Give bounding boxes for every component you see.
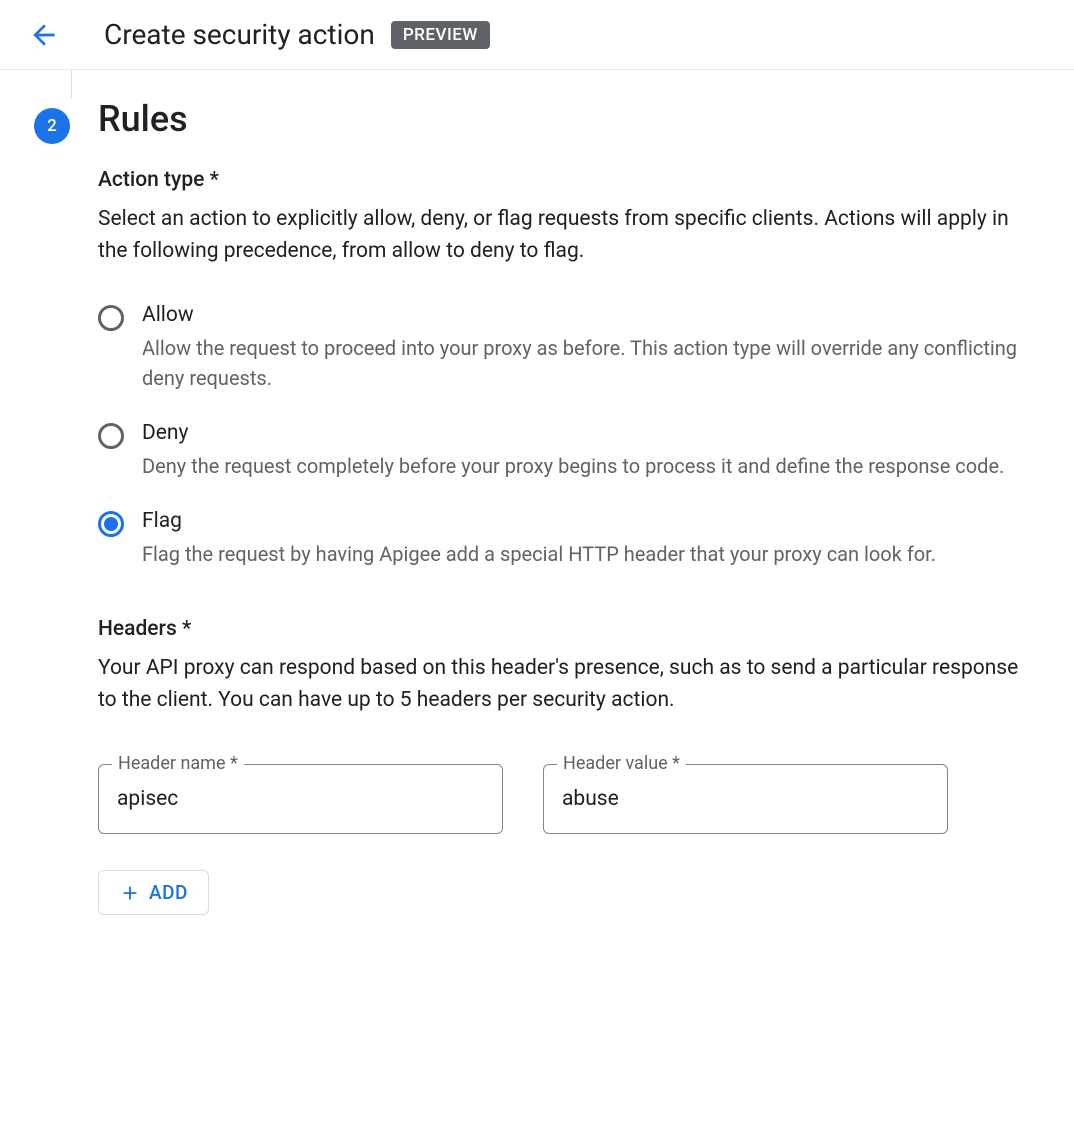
add-button-label: ADD — [149, 881, 188, 904]
back-arrow-icon[interactable] — [32, 23, 56, 47]
header-name-field-wrapper: Header name * — [98, 764, 503, 834]
header-name-label: Header name * — [112, 753, 244, 774]
radio-option-allow[interactable]: Allow Allow the request to proceed into … — [98, 303, 1026, 393]
headers-label: Headers * — [98, 617, 1026, 641]
radio-icon — [98, 423, 124, 449]
headers-description: Your API proxy can respond based on this… — [98, 653, 1026, 716]
radio-icon — [98, 305, 124, 331]
radio-description: Allow the request to proceed into your p… — [142, 333, 1026, 393]
action-type-radio-group: Allow Allow the request to proceed into … — [98, 303, 1026, 569]
page-header: Create security action PREVIEW — [0, 0, 1074, 70]
header-name-input[interactable] — [98, 764, 503, 834]
preview-badge: PREVIEW — [391, 21, 490, 49]
page-title: Create security action — [104, 18, 375, 51]
step-title: Rules — [98, 98, 1026, 140]
header-value-input[interactable] — [543, 764, 948, 834]
radio-label: Flag — [142, 509, 1026, 533]
action-type-label: Action type * — [98, 168, 1026, 192]
plus-icon — [119, 882, 141, 904]
radio-label: Deny — [142, 421, 1026, 445]
radio-option-flag[interactable]: Flag Flag the request by having Apigee a… — [98, 509, 1026, 569]
headers-row: Header name * Header value * — [98, 764, 1026, 834]
radio-option-deny[interactable]: Deny Deny the request completely before … — [98, 421, 1026, 481]
add-header-button[interactable]: ADD — [98, 870, 209, 915]
action-type-description: Select an action to explicitly allow, de… — [98, 204, 1026, 267]
step-connector-line — [71, 70, 1050, 98]
radio-label: Allow — [142, 303, 1026, 327]
header-value-label: Header value * — [557, 753, 686, 774]
radio-icon-selected — [98, 511, 124, 537]
radio-description: Deny the request completely before your … — [142, 451, 1026, 481]
radio-description: Flag the request by having Apigee add a … — [142, 539, 1026, 569]
step-number-badge: 2 — [34, 108, 70, 144]
header-value-field-wrapper: Header value * — [543, 764, 948, 834]
